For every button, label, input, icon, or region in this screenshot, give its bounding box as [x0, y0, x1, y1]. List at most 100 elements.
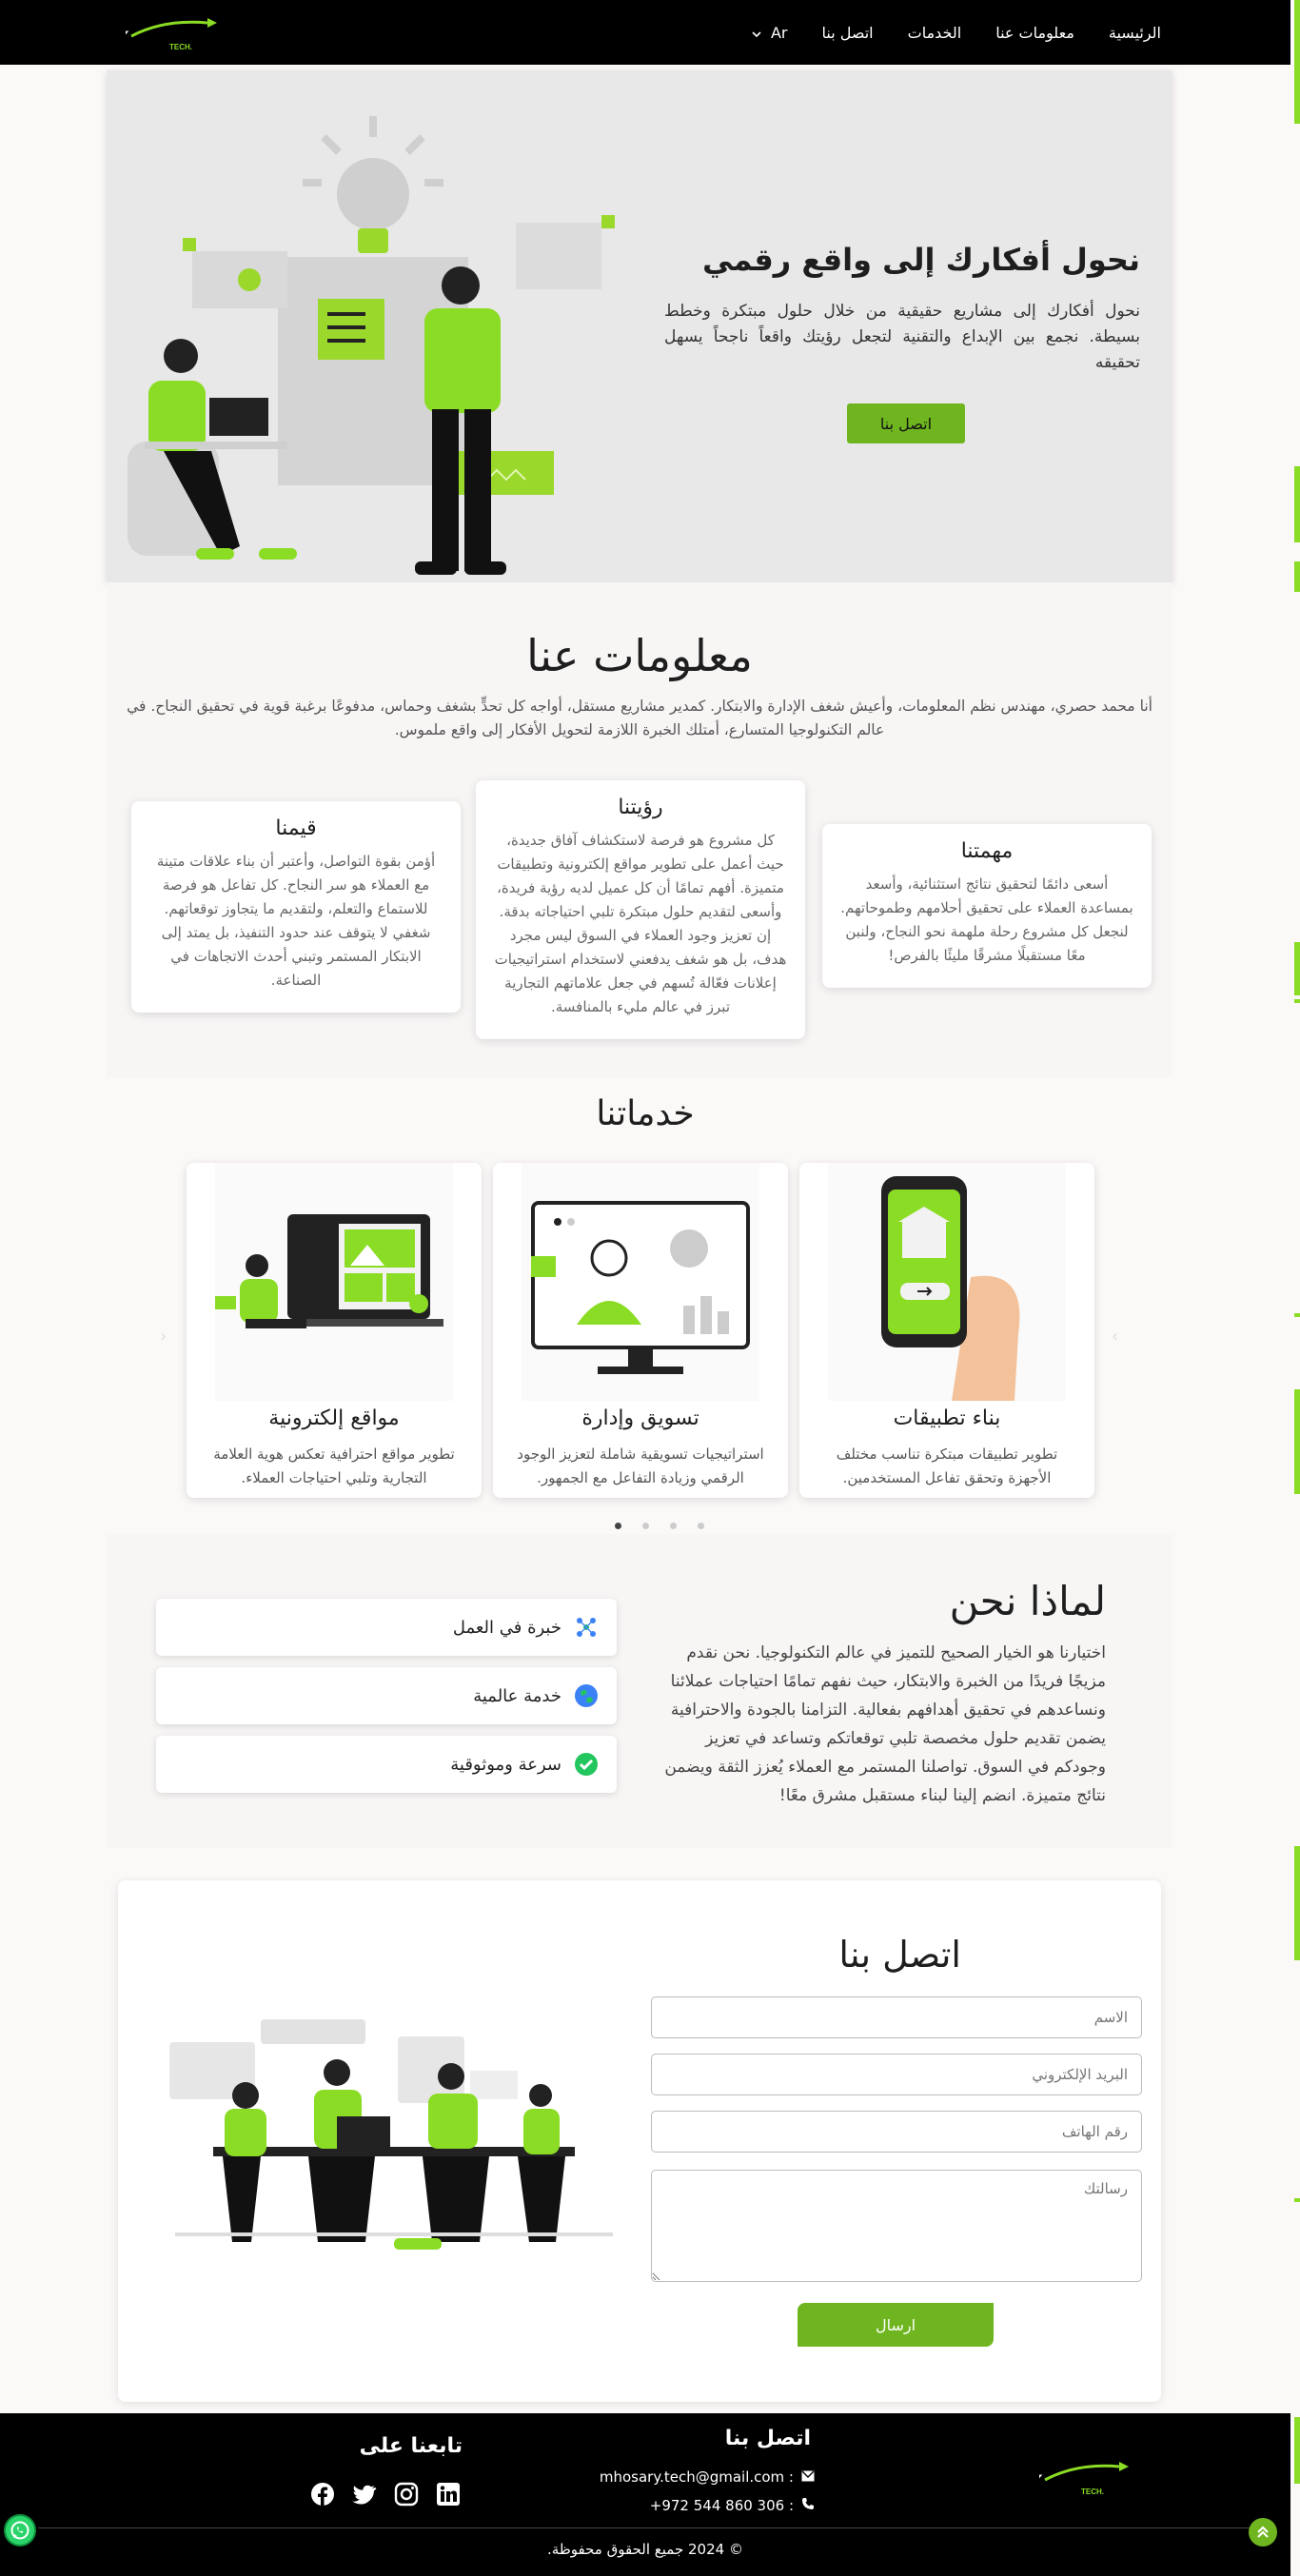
- footer-contact-title: اتصل بنا: [724, 2427, 811, 2450]
- svg-text:.TECH: .TECH: [1081, 2488, 1104, 2496]
- values-title: قيمنا: [275, 816, 317, 840]
- phone-app-illustration: [828, 1163, 1066, 1401]
- globe-icon: [575, 1684, 598, 1707]
- edge-accent-bar: [1294, 999, 1300, 1003]
- service-card-marketing[interactable]: تسويق وإدارة استراتيجيات تسويقية شاملة ل…: [493, 1163, 788, 1498]
- carousel-dot-active[interactable]: [615, 1523, 621, 1529]
- carousel-dot[interactable]: [698, 1523, 704, 1529]
- why-description: اختيارنا هو الخيار الصحيح للتميز في عالم…: [664, 1643, 1106, 1805]
- contact-title: اتصل بنا: [838, 1934, 961, 1976]
- double-chevron-up-icon: [1257, 2526, 1269, 2538]
- values-card: قيمنا أؤمن بقوة التواصل، وأعتبر أن بناء …: [131, 801, 461, 1013]
- edge-accent-bar: [1294, 561, 1300, 592]
- service-title: تسويق وإدارة: [581, 1406, 699, 1430]
- carousel-prev-icon[interactable]: ‹: [160, 1327, 167, 1347]
- carousel-pagination: [590, 1523, 704, 1534]
- contact-section: اتصل بنا ارسال: [118, 1880, 1161, 2402]
- hero-title: نحول أفكارك إلى واقع رقمي: [702, 242, 1140, 278]
- phone-icon: [801, 2497, 815, 2514]
- footer-phone[interactable]: +972 544 860 306 :: [650, 2497, 815, 2514]
- edge-accent-bar: [1294, 2198, 1300, 2202]
- service-text: تطوير مواقع احترافية تعكس هوية العلامة ا…: [213, 1445, 455, 1486]
- service-title: مواقع إلكترونية: [268, 1406, 400, 1430]
- linkedin-icon[interactable]: [436, 2482, 461, 2507]
- why-item-global: خدمة عالمية: [156, 1667, 617, 1724]
- vision-card: رؤيتنا كل مشروع هو فرصة لاستكشاف آفاق جد…: [476, 780, 805, 1039]
- network-icon: [575, 1616, 598, 1639]
- svg-text:MHOSARY: MHOSARY: [126, 28, 129, 46]
- social-links: [310, 2482, 461, 2507]
- service-text: تطوير تطبيقات مبتكرة تناسب مختلف الأجهزة…: [836, 1445, 1058, 1486]
- mission-text: أسعى دائمًا لتحقيق نتائج استثنائية، وأسع…: [840, 875, 1133, 964]
- why-title: لماذا نحن: [949, 1578, 1106, 1624]
- footer-email-text: mhosary.tech@gmail.com :: [599, 2468, 794, 2486]
- copyright-text: © 2024 جميع الحقوق محفوظة.: [547, 2541, 743, 2558]
- email-input[interactable]: [651, 2054, 1142, 2095]
- service-card-websites[interactable]: مواقع إلكترونية تطوير مواقع احترافية تعك…: [187, 1163, 482, 1498]
- hero-description: نحول أفكارك إلى مشاريع حقيقية من خلال حل…: [664, 302, 1140, 372]
- site-footer: MHOSARY .TECH اتصل بنا mhosary.tech@gmai…: [0, 2413, 1290, 2576]
- message-textarea[interactable]: [651, 2170, 1142, 2282]
- website-illustration: [215, 1163, 453, 1401]
- vision-text: كل مشروع هو فرصة لاستكشاف آفاق جديدة، حي…: [494, 832, 787, 1015]
- about-section: معلومات عنا أنا محمد حصري، مهندس نظم الم…: [107, 582, 1172, 1077]
- carousel-dot[interactable]: [642, 1523, 649, 1529]
- edge-accent-bar: [1294, 942, 1300, 995]
- carousel-dot[interactable]: [670, 1523, 677, 1529]
- footer-follow-title: تابعنا على: [359, 2434, 463, 2458]
- chevron-down-icon: [752, 24, 761, 42]
- values-text: أؤمن بقوة التواصل، وأعتبر أن بناء علاقات…: [156, 853, 436, 989]
- mission-card: مهمتنا أسعى دائمًا لتحقيق نتائج استثنائي…: [822, 824, 1152, 988]
- footer-email[interactable]: mhosary.tech@gmail.com :: [600, 2468, 815, 2486]
- edge-accent-bar: [1294, 1389, 1300, 1494]
- hero-contact-button[interactable]: اتصل بنا: [847, 403, 965, 443]
- footer-phone-text: +972 544 860 306 :: [649, 2497, 794, 2514]
- nav-services-link[interactable]: الخدمات: [908, 24, 962, 42]
- mission-title: مهمتنا: [960, 839, 1014, 863]
- whatsapp-icon: [10, 2521, 30, 2540]
- marketing-illustration: [522, 1163, 759, 1401]
- phone-input[interactable]: [651, 2111, 1142, 2153]
- why-item-speed: سرعة وموثوقية: [156, 1736, 617, 1793]
- name-input[interactable]: [651, 1996, 1142, 2038]
- nav-home-link[interactable]: الرئيسية: [1109, 24, 1161, 42]
- top-navbar: MHOSARY .TECH الرئيسية معلومات عنا الخدم…: [0, 0, 1290, 65]
- team-illustration: [156, 2014, 632, 2261]
- service-text: استراتيجيات تسويقية شاملة لتعزيز الوجود …: [517, 1445, 764, 1486]
- why-item-label: خدمة عالمية: [473, 1685, 561, 1706]
- language-dropdown[interactable]: Ar: [752, 23, 788, 42]
- why-item-label: سرعة وموثوقية: [450, 1754, 561, 1775]
- footer-logo[interactable]: MHOSARY .TECH: [958, 2459, 1144, 2497]
- instagram-icon[interactable]: [394, 2482, 419, 2507]
- service-card-apps[interactable]: بناء تطبيقات تطوير تطبيقات مبتكرة تناسب …: [799, 1163, 1094, 1498]
- edge-accent-bar: [1294, 0, 1300, 124]
- why-us-section: لماذا نحن اختيارنا هو الخيار الصحيح للتم…: [107, 1534, 1172, 1848]
- edge-accent-bar: [1294, 2417, 1300, 2484]
- whatsapp-button[interactable]: [4, 2514, 36, 2547]
- facebook-icon[interactable]: [310, 2482, 335, 2507]
- about-description: أنا محمد حصري، مهندس نظم المعلومات، وأعي…: [127, 698, 1152, 738]
- nav-links: الرئيسية معلومات عنا الخدمات اتصل بنا Ar: [752, 0, 1161, 65]
- edge-accent-bar: [1294, 1313, 1300, 1317]
- footer-divider: [38, 2527, 1252, 2528]
- nav-about-link[interactable]: معلومات عنا: [995, 24, 1074, 42]
- vision-title: رؤيتنا: [618, 796, 663, 819]
- brand-logo[interactable]: MHOSARY .TECH: [45, 17, 232, 51]
- edge-accent-bar: [1294, 1846, 1300, 1960]
- twitter-icon[interactable]: [352, 2482, 377, 2507]
- scroll-to-top-button[interactable]: [1249, 2518, 1277, 2547]
- send-button[interactable]: ارسال: [798, 2303, 994, 2347]
- svg-text:.TECH: .TECH: [169, 43, 192, 51]
- service-title: بناء تطبيقات: [893, 1406, 1001, 1430]
- why-item-label: خبرة في العمل: [452, 1617, 561, 1638]
- about-title: معلومات عنا: [526, 630, 753, 681]
- envelope-icon: [801, 2468, 815, 2486]
- check-circle-icon: [575, 1753, 598, 1776]
- svg-text:MHOSARY: MHOSARY: [1039, 2471, 1043, 2489]
- language-label: Ar: [770, 23, 788, 42]
- hero-illustration: [107, 70, 640, 582]
- services-title: خدماتنا: [596, 1094, 695, 1133]
- nav-contact-link[interactable]: اتصل بنا: [821, 24, 873, 42]
- hero-section: نحول أفكارك إلى واقع رقمي نحول أفكارك إل…: [107, 70, 1172, 582]
- carousel-next-icon[interactable]: ›: [1112, 1327, 1118, 1347]
